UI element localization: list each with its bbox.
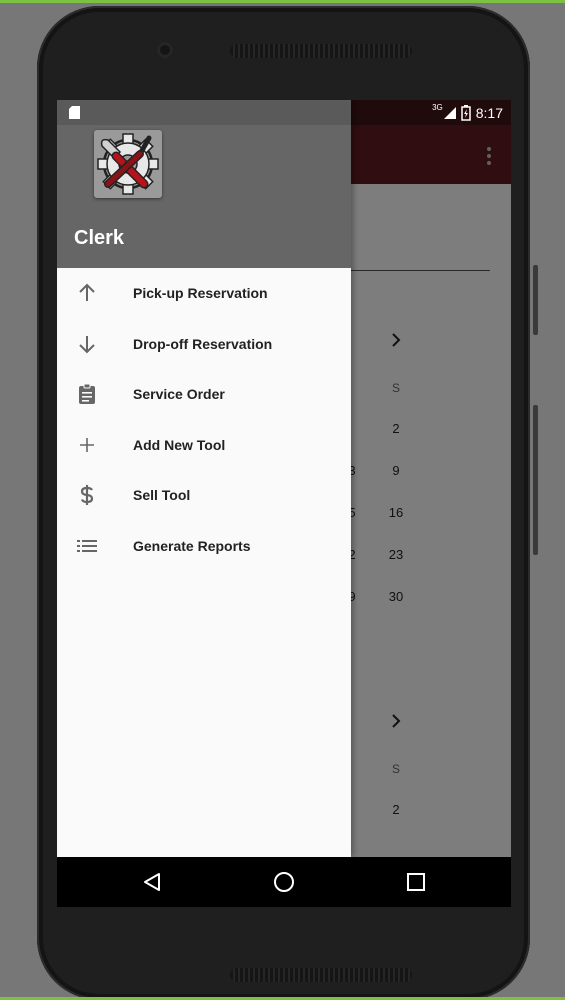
menu-item-label: Drop-off Reservation — [133, 335, 273, 352]
menu-item-generate-reports[interactable]: Generate Reports — [57, 521, 351, 572]
battery-icon — [461, 104, 471, 121]
navigation-drawer: Clerk Pick-up Reservation Drop-off Reser… — [57, 100, 351, 857]
bottom-speaker — [230, 968, 412, 982]
network-type: 3G — [432, 103, 443, 112]
drawer-header: Clerk — [57, 100, 351, 268]
volume-button — [533, 405, 538, 555]
menu-item-pickup-reservation[interactable]: Pick-up Reservation — [57, 268, 351, 319]
menu-item-dropoff-reservation[interactable]: Drop-off Reservation — [57, 319, 351, 370]
arrow-up-icon — [75, 281, 99, 305]
screen: S 2 9 16 23 30 3 5 2 9 S 2 3G 8:17 — [57, 100, 511, 907]
sd-card-icon — [69, 106, 80, 119]
menu-item-add-new-tool[interactable]: Add New Tool — [57, 420, 351, 471]
menu-item-service-order[interactable]: Service Order — [57, 369, 351, 420]
menu-item-label: Pick-up Reservation — [133, 285, 268, 302]
menu-item-label: Service Order — [133, 386, 225, 403]
status-icons: 3G 8:17 — [432, 100, 503, 125]
top-edge — [0, 0, 565, 3]
plus-icon — [75, 433, 99, 457]
signal-icon — [443, 106, 456, 119]
menu-item-label: Add New Tool — [133, 436, 226, 453]
list-icon — [75, 534, 99, 558]
recents-icon[interactable] — [404, 870, 428, 894]
menu-item-sell-tool[interactable]: Sell Tool — [57, 470, 351, 521]
dollar-icon — [75, 483, 99, 507]
menu-item-label: Sell Tool — [133, 487, 191, 504]
back-icon[interactable] — [140, 870, 164, 894]
front-camera — [157, 42, 173, 58]
clock: 8:17 — [475, 104, 503, 121]
power-button — [533, 265, 538, 335]
clipboard-icon — [75, 382, 99, 406]
drawer-title: Clerk — [74, 227, 125, 249]
top-speaker — [230, 44, 412, 58]
menu-item-label: Generate Reports — [133, 537, 251, 554]
drawer-status-bar — [57, 100, 351, 125]
arrow-down-icon — [75, 332, 99, 356]
system-nav-bar — [57, 857, 511, 907]
app-logo — [94, 130, 162, 198]
home-icon[interactable] — [272, 870, 296, 894]
drawer-menu: Pick-up Reservation Drop-off Reservation… — [57, 268, 351, 571]
